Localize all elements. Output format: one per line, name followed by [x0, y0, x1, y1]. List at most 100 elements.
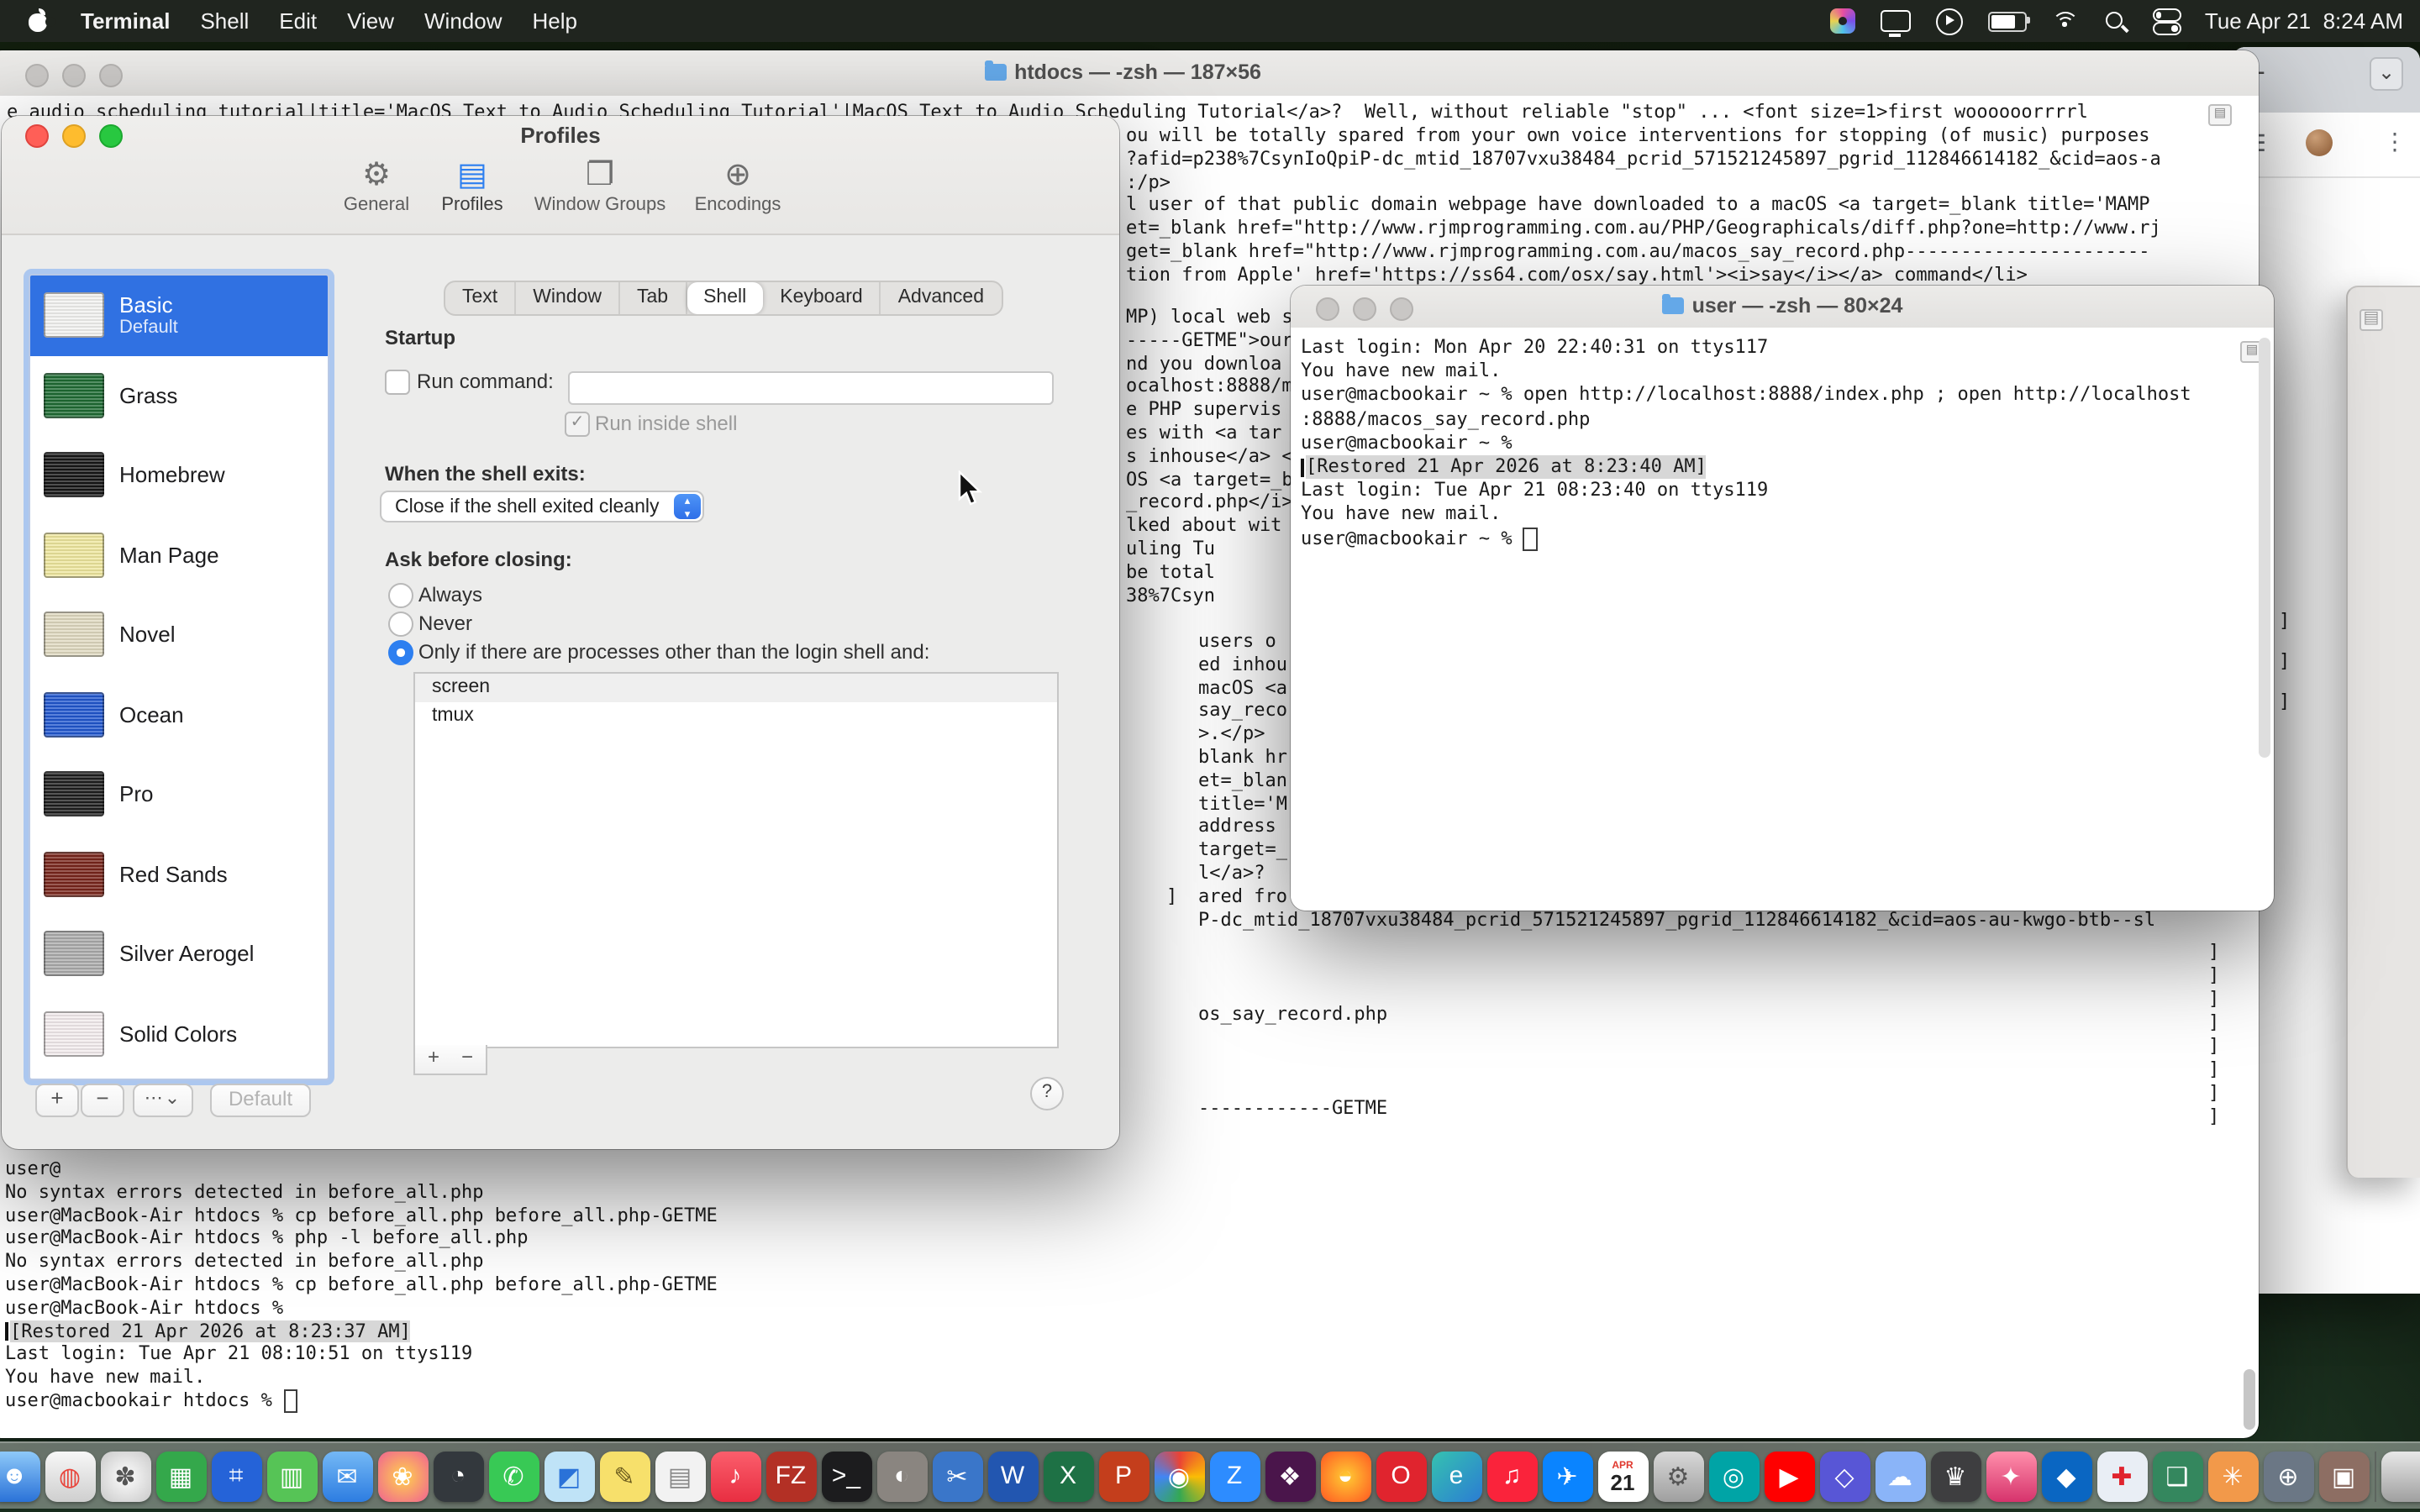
dock-app-icon[interactable]: ✈ [1542, 1451, 1592, 1501]
dock-app-icon[interactable]: ◒ [1320, 1451, 1370, 1501]
profile-list-item[interactable]: Man Page [30, 515, 328, 595]
profile-list-item[interactable]: Ocean [30, 675, 328, 754]
dock-app-icon[interactable]: ⌗ [211, 1451, 261, 1501]
dock-app-icon[interactable]: ◐ [876, 1451, 927, 1501]
radio-only-if-processes[interactable] [388, 640, 413, 665]
user-titlebar[interactable]: user — -zsh — 80×24 [1291, 286, 2274, 329]
dock-app-icon[interactable]: >_ [821, 1451, 871, 1501]
dock-app-icon[interactable]: ☁ [1875, 1451, 1925, 1501]
remove-process-button[interactable]: − [449, 1045, 487, 1075]
tab[interactable]: Window [516, 282, 620, 314]
dock-app-icon[interactable]: Z [1209, 1451, 1260, 1501]
playback-icon[interactable] [1936, 8, 1963, 34]
profile-list-item[interactable]: Solid Colors [30, 994, 328, 1074]
tab[interactable]: Shell [687, 282, 763, 314]
dock-app-icon[interactable]: ✳ [2207, 1451, 2258, 1501]
shell-exit-select[interactable]: Close if the shell exited cleanly ▴ ▾ [380, 491, 704, 522]
radio-never[interactable] [388, 612, 413, 637]
wifi-icon[interactable] [2052, 11, 2079, 31]
dock-app-icon[interactable]: ◇ [1819, 1451, 1870, 1501]
display-icon[interactable] [1881, 10, 1911, 32]
profile-tabs[interactable]: TextWindowTabShellKeyboardAdvanced [444, 281, 1002, 316]
dock-app-icon[interactable]: FZ [765, 1451, 816, 1501]
user-terminal-content[interactable]: Last login: Mon Apr 20 22:40:31 on ttys1… [1291, 328, 2274, 911]
dock-app-icon[interactable]: W [987, 1451, 1038, 1501]
tab[interactable]: Text [445, 282, 516, 314]
profile-list-item[interactable]: Basic Default [30, 276, 328, 355]
dock-app-icon[interactable]: ☻ [0, 1451, 39, 1501]
dock-app-icon[interactable]: ♪ [710, 1451, 760, 1501]
dock-app-icon[interactable]: ⚙ [1653, 1451, 1703, 1501]
dock-app-icon[interactable]: ⊕ [2263, 1451, 2313, 1501]
dock-app-icon[interactable]: ▤ [655, 1451, 705, 1501]
dock-app-icon[interactable]: O [1376, 1451, 1426, 1501]
menu-item[interactable]: Help [533, 8, 578, 34]
dock-app-icon[interactable]: e [1431, 1451, 1481, 1501]
dock-app-icon[interactable]: ▶ [1764, 1451, 1814, 1501]
dock-app-icon[interactable]: ✂ [932, 1451, 982, 1501]
dock-app-icon[interactable]: ♛ [1930, 1451, 1981, 1501]
dock-app-icon[interactable]: ◎ [1708, 1451, 1759, 1501]
menu-item[interactable]: Edit [279, 8, 317, 34]
dock-app-icon[interactable]: ◔ [433, 1451, 483, 1501]
menu-item[interactable]: Window [424, 8, 502, 34]
tab[interactable]: Advanced [881, 282, 1001, 314]
avatar[interactable] [2306, 129, 2333, 156]
profile-actions-menu[interactable]: ⋯⌄ [133, 1084, 193, 1117]
menu-bar-clock[interactable]: Tue Apr 21 8:24 AM [2205, 8, 2403, 34]
user-terminal-window[interactable]: user — -zsh — 80×24 Last login: Mon Apr … [1291, 286, 2274, 911]
dock-app-icon[interactable]: ◩ [544, 1451, 594, 1501]
dock-app-icon[interactable]: ✚ [2096, 1451, 2147, 1501]
dock-app-icon[interactable]: ▦ [155, 1451, 206, 1501]
add-profile-button[interactable]: + [35, 1084, 79, 1117]
dock-app-icon[interactable] [2381, 1451, 2420, 1501]
radio-always[interactable] [388, 583, 413, 608]
toolbar-item-profiles[interactable]: ▤ Profiles [408, 158, 536, 215]
dock-app-icon[interactable]: ✉ [322, 1451, 372, 1501]
dock-app-icon[interactable]: ✽ [100, 1451, 150, 1501]
dock-app-icon[interactable]: ▣ [2318, 1451, 2369, 1501]
app-menu-terminal[interactable]: Terminal [81, 8, 170, 34]
remove-profile-button[interactable]: − [81, 1084, 124, 1117]
tab[interactable]: Keyboard [763, 282, 881, 314]
set-default-button[interactable]: Default [210, 1084, 311, 1117]
process-list[interactable]: screentmux [413, 672, 1059, 1048]
dock-app-icon[interactable]: P [1098, 1451, 1149, 1501]
dock-app-icon[interactable]: ♫ [1486, 1451, 1537, 1501]
dock-app-icon[interactable]: ▥ [266, 1451, 317, 1501]
app-status-icon[interactable] [1830, 8, 1855, 34]
dock-app-icon[interactable]: ❀ [377, 1451, 428, 1501]
toolbar-item-encodings[interactable]: ⊕ Encodings [674, 158, 802, 215]
control-center-icon[interactable] [2153, 8, 2180, 34]
dock-app-icon[interactable]: ◆ [2041, 1451, 2091, 1501]
scrollbar-thumb[interactable] [2244, 1369, 2255, 1430]
run-command-checkbox[interactable] [385, 370, 410, 395]
dock-app-icon[interactable]: ❑ [2152, 1451, 2202, 1501]
profile-list-item[interactable]: Silver Aerogel [30, 914, 328, 994]
apple-menu-icon[interactable] [27, 8, 50, 34]
dock-app-icon[interactable]: X [1043, 1451, 1093, 1501]
dock-app-icon[interactable]: ◍ [45, 1451, 95, 1501]
scrollbar-thumb[interactable] [2259, 338, 2270, 758]
add-process-button[interactable]: + [413, 1045, 454, 1075]
profile-list-item[interactable]: Novel [30, 595, 328, 675]
profile-list-item[interactable]: Red Sands [30, 834, 328, 914]
profile-list[interactable]: Basic Default Grass Homebrew [29, 274, 329, 1080]
menu-item[interactable]: View [347, 8, 394, 34]
profile-list-item[interactable]: Pro [30, 754, 328, 834]
toolbar-item-window-groups[interactable]: ❐ Window Groups [523, 158, 677, 215]
spotlight-search-icon[interactable] [2104, 9, 2128, 33]
menu-kebab-icon[interactable]: ⋮ [2383, 128, 2407, 156]
process-list-item[interactable]: screen [415, 674, 1057, 702]
help-button[interactable]: ? [1030, 1077, 1064, 1110]
htdocs-titlebar[interactable]: htdocs — -zsh — 187×56 [0, 50, 2259, 97]
dock-app-icon[interactable]: ✎ [599, 1451, 650, 1501]
dock-app-icon[interactable]: APR 21 [1597, 1451, 1648, 1501]
process-list-item[interactable]: tmux [415, 702, 1057, 731]
terminal-profiles-window[interactable]: Profiles ⚙ General ▤ Profiles ❐ Window G… [2, 116, 1119, 1149]
dock-app-icon[interactable]: ✆ [488, 1451, 539, 1501]
dock-app-icon[interactable]: ✦ [1986, 1451, 2036, 1501]
profile-list-item[interactable]: Homebrew [30, 435, 328, 515]
run-inside-shell-checkbox[interactable]: ✓ [565, 412, 590, 437]
dock-app-icon[interactable]: ◉ [1154, 1451, 1204, 1501]
